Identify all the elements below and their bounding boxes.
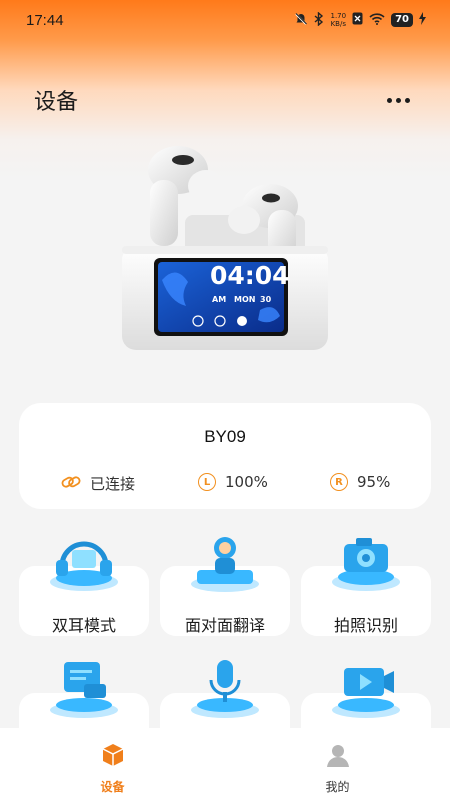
wifi-icon (369, 12, 385, 28)
status-bar: 17:44 1.70 KB/s 70 (0, 0, 450, 40)
bottom-navigation: 设备 我的 (0, 728, 450, 800)
bluetooth-icon (314, 10, 324, 29)
nav-tab-profile-label: 我的 (325, 780, 350, 794)
status-time: 17:44 (26, 11, 64, 29)
feature-label: 拍照识别 (333, 616, 398, 635)
chat-illustration-icon (44, 656, 124, 720)
feature-label: 双耳模式 (51, 616, 116, 635)
device-box-icon (100, 742, 126, 772)
more-dot-icon (396, 97, 401, 103)
connection-status: 已连接 (61, 473, 135, 494)
headphones-illustration-icon (44, 530, 124, 594)
feature-label: 面对面翻译 (184, 616, 265, 635)
network-speed-unit: KB/s (330, 20, 346, 28)
case-screen-day: 30 (260, 295, 272, 304)
right-battery-value: 95% (357, 473, 391, 491)
network-speed-value: 1.70 (330, 12, 347, 20)
left-earbud-icon: L (198, 473, 216, 491)
camera-illustration-icon (326, 530, 406, 594)
video-illustration-icon (326, 656, 406, 720)
link-icon (61, 474, 81, 494)
charging-icon (419, 12, 426, 28)
more-options-button[interactable] (381, 92, 416, 109)
connection-status-label: 已连接 (90, 475, 136, 493)
nav-tab-device[interactable]: 设备 (0, 728, 225, 800)
right-earbud-icon: R (330, 473, 348, 491)
left-battery-value: 100% (225, 473, 268, 491)
translator-illustration-icon (185, 530, 265, 594)
left-earbud-battery: L 100% (198, 473, 268, 491)
sim-off-icon (352, 12, 363, 28)
more-dot-icon (405, 97, 410, 103)
mute-notification-icon (294, 12, 308, 29)
case-screen-time: 04:04 (210, 261, 290, 290)
device-stats: 已连接 L 100% R 95% (19, 473, 431, 503)
device-name: BY09 (204, 427, 246, 446)
microphone-illustration-icon (185, 656, 265, 720)
right-earbud-battery: R 95% (330, 473, 390, 491)
status-icons: 1.70 KB/s 70 (294, 10, 426, 29)
nav-tab-profile[interactable]: 我的 (225, 728, 450, 800)
page-title: 设备 (34, 90, 79, 115)
case-screen-weekday: MON (234, 295, 256, 304)
earbuds-product-image: 04:04 AM MON 30 (110, 140, 340, 360)
device-info-card[interactable]: BY09 已连接 L 100% R 95% (19, 403, 431, 509)
nav-tab-device-label: 设备 (100, 780, 125, 794)
case-screen-period: AM (212, 295, 227, 304)
battery-level: 70 (391, 13, 413, 27)
page-header: 设备 (0, 78, 450, 122)
case-screen-icons (192, 312, 252, 331)
network-speed: 1.70 KB/s (330, 12, 346, 28)
user-profile-icon (325, 742, 351, 772)
more-dot-icon (387, 97, 392, 103)
